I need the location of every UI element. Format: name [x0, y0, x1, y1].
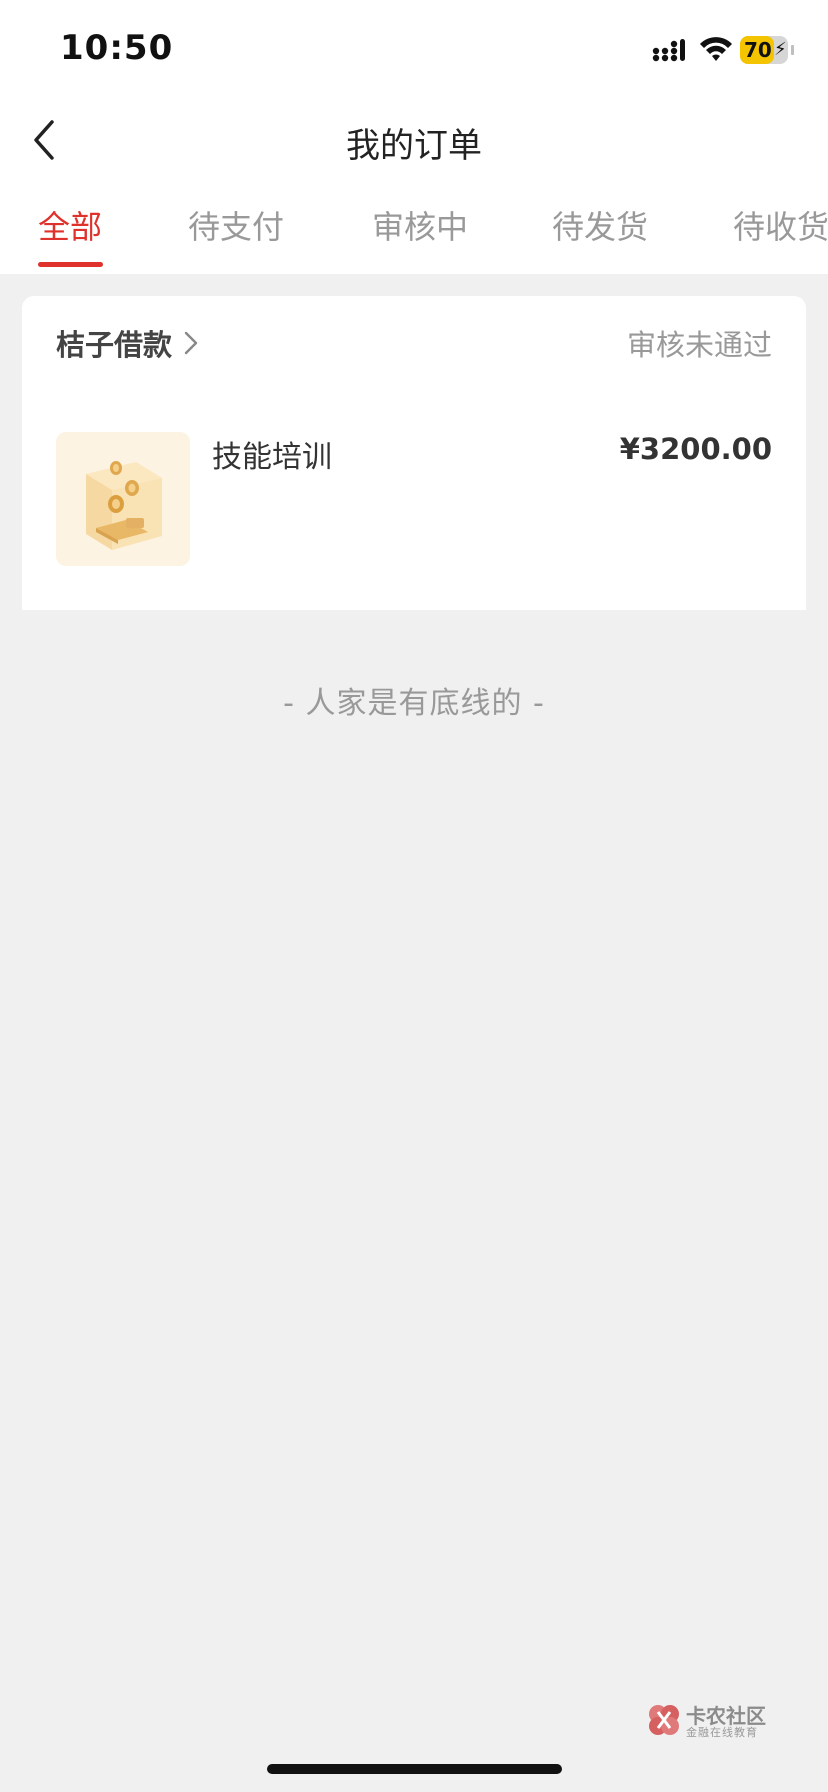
cellular-signal-icon [652, 39, 685, 62]
nav-bar: 我的订单 [0, 100, 828, 180]
merchant-link[interactable]: 桔子借款 [56, 322, 200, 364]
tab-pending-receipt[interactable]: 待收货 [733, 202, 828, 248]
order-card[interactable]: 桔子借款 审核未通过 技能培训 ¥3200.00 [22, 296, 806, 610]
bolt-icon: ⚡ [774, 39, 787, 60]
list-end-text: - 人家是有底线的 - [283, 686, 545, 721]
home-indicator[interactable] [267, 1764, 562, 1774]
product-price: ¥3200.00 [619, 432, 772, 466]
page-title: 我的订单 [346, 126, 482, 166]
status-time: 10:50 [60, 28, 174, 68]
product-name[interactable]: 技能培训 [212, 432, 332, 476]
product-image[interactable] [56, 432, 190, 566]
chevron-right-icon [184, 331, 198, 355]
status-bar: 10:50 70 ⚡ [0, 0, 828, 100]
tab-under-review[interactable]: 审核中 [372, 202, 468, 248]
orders-page: 10:50 70 ⚡ 我的订单 全部 待支付 审核中 待发货 待收货 桔子借款 … [0, 0, 828, 1792]
order-tabs: 全部 待支付 审核中 待发货 待收货 [0, 180, 828, 274]
order-status: 审核未通过 [626, 328, 772, 362]
active-tab-indicator [38, 262, 103, 267]
watermark-icon [649, 1705, 679, 1735]
wifi-icon [700, 37, 732, 61]
tab-pending-shipment[interactable]: 待发货 [552, 202, 648, 248]
watermark-sub-text: 金融在线教育 [686, 1726, 758, 1739]
watermark-logo: 卡农社区 金融在线教育 [646, 1700, 776, 1742]
tab-pending-payment[interactable]: 待支付 [188, 202, 284, 248]
merchant-name: 桔子借款 [56, 328, 173, 362]
battery-cap [791, 45, 794, 55]
battery-charging-icon: 70 ⚡ [740, 36, 788, 64]
battery-text: 70 [744, 38, 772, 62]
coin-cube-icon [86, 461, 162, 550]
tab-all[interactable]: 全部 [38, 202, 102, 248]
